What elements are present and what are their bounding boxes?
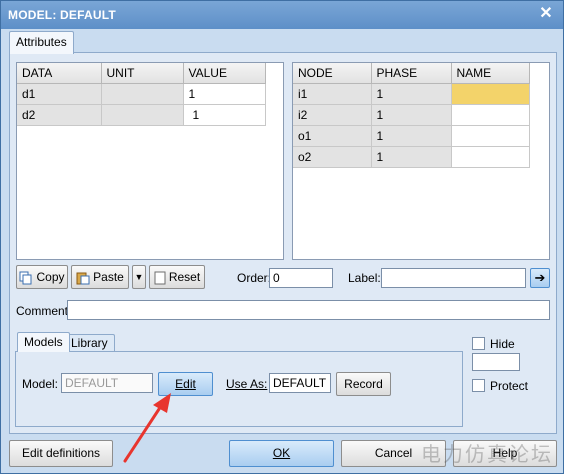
table-row[interactable]: o1 1 <box>293 125 530 147</box>
value-cell[interactable]: 1 <box>183 83 266 105</box>
table-row[interactable]: i1 1 <box>293 83 530 105</box>
edit-label: Edit <box>175 377 196 391</box>
col-header-data[interactable]: DATA <box>17 63 102 84</box>
paste-button[interactable]: Paste <box>71 265 129 289</box>
name-cell[interactable] <box>451 146 530 168</box>
col-header-node[interactable]: NODE <box>293 63 372 84</box>
model-dialog: MODEL: DEFAULT ✕ Attributes DATA UNIT VA… <box>0 0 564 474</box>
protect-label: Protect <box>490 379 529 393</box>
copy-button[interactable]: Copy <box>16 265 68 289</box>
data-cell[interactable]: d2 <box>17 104 102 126</box>
label-label: Label: <box>348 271 381 285</box>
phase-cell[interactable]: 1 <box>371 125 452 147</box>
chevron-down-icon: ▼ <box>134 272 144 282</box>
protect-checkbox[interactable] <box>472 379 485 392</box>
order-input[interactable]: 0 <box>269 268 333 288</box>
data-grid[interactable]: DATA UNIT VALUE d1 1 d2 1 <box>16 62 284 260</box>
watermark: 电力仿真论坛 <box>421 442 553 466</box>
apply-label-button[interactable]: ➔ <box>530 268 550 288</box>
reset-label: Reset <box>168 270 201 284</box>
window-title: MODEL: DEFAULT <box>8 8 116 22</box>
unit-cell[interactable] <box>101 83 184 105</box>
title-bar[interactable]: MODEL: DEFAULT ✕ <box>1 1 563 29</box>
name-cell[interactable] <box>451 125 530 147</box>
col-header-value[interactable]: VALUE <box>183 63 266 84</box>
reset-button[interactable]: Reset <box>149 265 205 289</box>
comment-label: Comment: <box>16 304 72 318</box>
record-button[interactable]: Record <box>336 372 391 396</box>
hide-label: Hide <box>490 337 515 351</box>
models-panel: Model: DEFAULT Edit Use As: DEFAULT Reco… <box>15 351 463 427</box>
name-cell[interactable] <box>451 104 530 126</box>
ok-button[interactable]: OK <box>229 440 334 467</box>
label-input[interactable] <box>381 268 526 288</box>
node-grid[interactable]: NODE PHASE NAME i1 1 i2 1 o1 1 o2 1 <box>292 62 550 260</box>
copy-label: Copy <box>36 270 65 284</box>
ok-label: OK <box>272 446 291 460</box>
value-cell[interactable]: 1 <box>183 104 266 126</box>
model-input[interactable]: DEFAULT <box>61 373 153 393</box>
table-row[interactable]: d1 1 <box>17 83 266 105</box>
col-header-unit[interactable]: UNIT <box>101 63 184 84</box>
node-cell[interactable]: o2 <box>293 146 372 168</box>
phase-cell[interactable]: 1 <box>371 83 452 105</box>
data-cell[interactable]: d1 <box>17 83 102 105</box>
unit-cell[interactable] <box>101 104 184 126</box>
name-cell[interactable] <box>451 83 530 105</box>
paste-label: Paste <box>93 270 124 284</box>
phase-cell[interactable]: 1 <box>371 146 452 168</box>
use-as-label: Use As: <box>226 377 268 391</box>
comment-input[interactable] <box>67 300 550 320</box>
arrow-right-icon: ➔ <box>534 270 546 285</box>
node-table: NODE PHASE NAME i1 1 i2 1 o1 1 o2 1 <box>293 63 530 168</box>
node-cell[interactable]: i1 <box>293 83 372 105</box>
col-header-phase[interactable]: PHASE <box>371 63 452 84</box>
col-header-name[interactable]: NAME <box>451 63 530 84</box>
tab-attributes[interactable]: Attributes <box>9 31 74 54</box>
close-icon[interactable]: ✕ <box>535 4 557 24</box>
tab-models[interactable]: Models <box>17 332 70 352</box>
tab-library[interactable]: Library <box>64 334 115 352</box>
model-label: Model: <box>22 377 59 391</box>
edit-definitions-label: Edit definitions <box>21 446 101 460</box>
hide-checkbox[interactable] <box>472 337 485 350</box>
record-label: Record <box>344 377 383 391</box>
reset-icon <box>154 271 166 285</box>
order-label: Order: <box>237 271 272 285</box>
paste-icon <box>76 272 90 285</box>
table-row[interactable]: o2 1 <box>293 146 530 168</box>
use-as-input[interactable]: DEFAULT <box>269 373 331 393</box>
phase-cell[interactable]: 1 <box>371 104 452 126</box>
cancel-label: Cancel <box>374 446 413 460</box>
copy-icon <box>19 271 32 285</box>
node-cell[interactable]: i2 <box>293 104 372 126</box>
table-row[interactable]: d2 1 <box>17 104 266 126</box>
data-table: DATA UNIT VALUE d1 1 d2 1 <box>17 63 266 126</box>
annotation-arrow-icon <box>123 393 171 463</box>
hide-input[interactable] <box>472 353 520 371</box>
paste-dropdown-button[interactable]: ▼ <box>132 265 146 289</box>
edit-definitions-button[interactable]: Edit definitions <box>9 440 113 467</box>
node-cell[interactable]: o1 <box>293 125 372 147</box>
table-row[interactable]: i2 1 <box>293 104 530 126</box>
